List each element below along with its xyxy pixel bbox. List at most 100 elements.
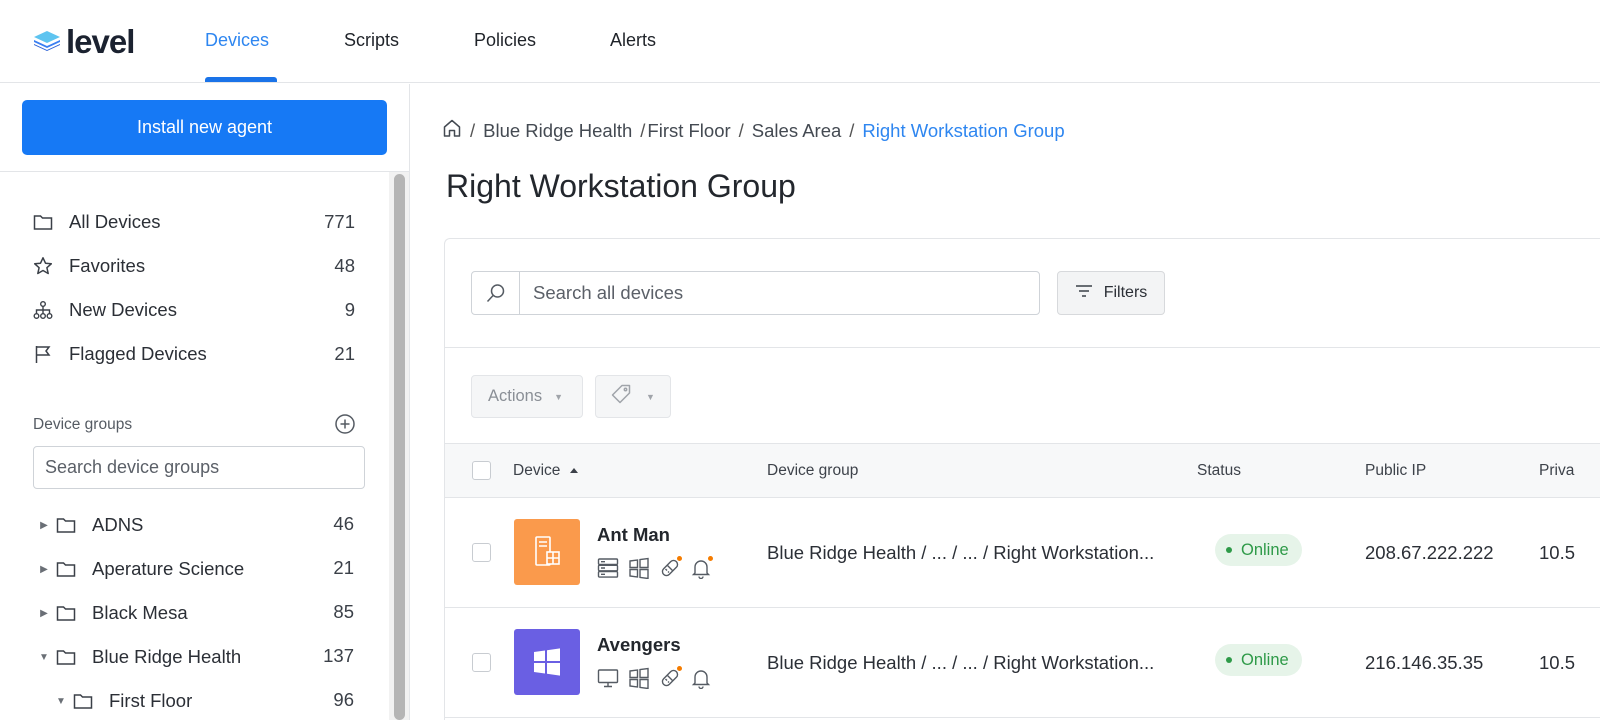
sidebar-item-all-devices[interactable]: All Devices 771 [32,207,355,237]
search-devices-input[interactable] [520,272,1039,314]
sidebar-item-count: 9 [344,299,355,320]
chevron-down-icon: ▼ [554,391,564,402]
breadcrumb-item[interactable]: First Floor [647,120,730,142]
sidebar-item-count: 21 [334,343,355,364]
sidebar-item-count: 48 [334,255,355,276]
alert-dot [707,555,714,562]
search-device-groups-input[interactable] [33,446,365,489]
status-badge: Online [1215,644,1302,676]
breadcrumb-item[interactable]: Blue Ridge Health [483,120,632,142]
tree-item-label: First Floor [109,690,193,711]
tree-item-label: ADNS [92,514,144,535]
device-name[interactable]: Avengers [597,634,681,656]
tab-devices[interactable]: Devices [205,30,269,83]
network-icon [32,299,54,321]
breadcrumb-separator: / [640,119,646,141]
bell-icon [690,555,714,579]
tree-item-count: 96 [333,689,354,710]
tag-icon [610,383,632,410]
caret-down-icon[interactable]: ▼ [55,696,67,707]
public-ip-cell: 216.146.35.35 [1365,652,1484,673]
tab-scripts[interactable]: Scripts [344,30,399,83]
select-all-checkbox[interactable] [472,461,491,480]
tree-item-adns[interactable]: ▶ ADNS [38,510,358,540]
sort-ascending-icon [570,468,579,473]
sidebar: Install new agent All Devices 771 Favori… [0,84,410,720]
device-name[interactable]: Ant Man [597,524,670,546]
table-row[interactable]: Avengers Blue Ridge Health / ... / ... /… [445,608,1600,718]
tree-item-first-floor[interactable]: ▼ First Floor [55,686,355,716]
breadcrumb-separator: / [470,119,476,141]
sidebar-item-new-devices[interactable]: New Devices 9 [32,295,355,325]
sidebar-item-count: 771 [324,211,355,232]
folder-icon [56,646,78,668]
row-checkbox[interactable] [472,653,491,672]
search-box [471,271,1040,315]
tree-item-label: Black Mesa [92,602,188,623]
tab-alerts[interactable]: Alerts [610,30,656,83]
column-public-ip[interactable]: Public IP [1365,462,1426,480]
search-icon [472,272,520,314]
install-agent-button[interactable]: Install new agent [22,100,387,155]
alert-dot [676,555,683,562]
breadcrumb-item[interactable]: Sales Area [752,120,841,142]
active-tab-indicator [205,77,277,82]
filters-label: Filters [1103,284,1148,301]
status-dot [1226,657,1232,663]
status-badge: Online [1215,534,1302,566]
patch-icon [659,555,683,579]
caret-right-icon[interactable]: ▶ [38,520,50,531]
sidebar-item-label: All Devices [69,211,161,232]
server-icon [597,557,619,579]
status-dot [1226,547,1232,553]
actions-dropdown[interactable]: Actions ▼ [471,375,583,418]
add-group-icon[interactable] [334,413,356,435]
windows-icon [514,629,580,695]
device-group-cell[interactable]: Blue Ridge Health / ... / ... / Right Wo… [767,652,1154,674]
folder-icon [56,602,78,624]
breadcrumb-separator: / [738,119,744,141]
status-label: Online [1241,650,1289,669]
table-row[interactable]: Ant Man Blue Ridge Health / ... / ... / … [445,498,1600,608]
main-content: / Blue Ridge Health / First Floor / Sale… [411,84,1600,720]
windows-os-icon [628,557,650,579]
folder-icon [32,211,54,233]
tab-policies[interactable]: Policies [474,30,536,83]
device-meta-icons [597,555,714,579]
tree-item-aperature-science[interactable]: ▶ Aperature Science [38,554,358,584]
device-meta-icons [597,665,712,689]
flag-icon [32,343,54,365]
column-private-ip[interactable]: Priva [1539,462,1574,480]
tree-item-count: 21 [333,557,354,578]
caret-right-icon[interactable]: ▶ [38,608,50,619]
device-group-cell[interactable]: Blue Ridge Health / ... / ... / Right Wo… [767,542,1154,564]
sidebar-item-label: New Devices [69,299,177,320]
status-label: Online [1241,540,1289,559]
sidebar-scrollbar[interactable] [389,172,409,720]
caret-down-icon[interactable]: ▼ [38,652,50,663]
filters-button[interactable]: Filters [1057,271,1165,315]
tree-item-count: 137 [323,645,354,666]
private-ip-cell: 10.5 [1539,652,1576,673]
sidebar-item-flagged-devices[interactable]: Flagged Devices 21 [32,339,355,369]
logo-text: level [66,23,135,60]
column-device[interactable]: Device [513,462,579,480]
scrollbar-thumb[interactable] [394,174,405,720]
device-groups-label: Device groups [33,416,133,433]
tag-dropdown[interactable]: ▼ [595,375,671,418]
row-checkbox[interactable] [472,543,491,562]
home-icon[interactable] [442,118,462,143]
tree-item-blue-ridge-health[interactable]: ▼ Blue Ridge Health [38,642,358,672]
page-title: Right Workstation Group [446,168,796,204]
devices-panel: Filters Actions ▼ ▼ Device Device group … [444,238,1600,720]
sidebar-item-favorites[interactable]: Favorites 48 [32,251,355,281]
tree-item-black-mesa[interactable]: ▶ Black Mesa [38,598,358,628]
column-status[interactable]: Status [1197,462,1241,480]
level-logo[interactable]: level [32,23,135,60]
folder-icon [73,690,95,712]
top-navbar: level Devices Scripts Policies Alerts [0,0,1600,83]
folder-icon [56,558,78,580]
alert-dot [676,665,683,672]
column-device-group[interactable]: Device group [767,462,858,480]
caret-right-icon[interactable]: ▶ [38,564,50,575]
